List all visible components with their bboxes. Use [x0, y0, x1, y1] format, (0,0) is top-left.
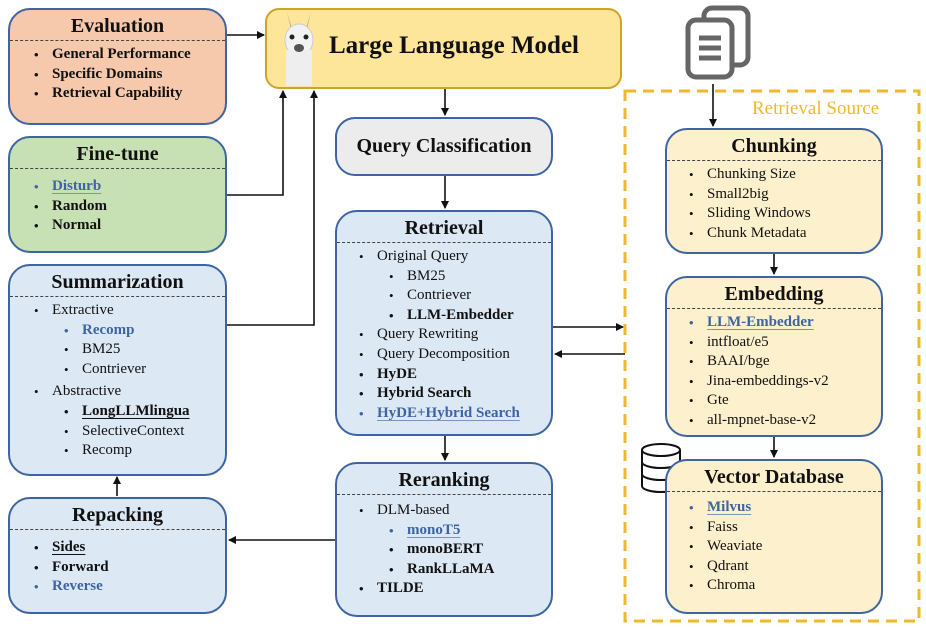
list-item: BM25	[359, 267, 551, 287]
list-item: Sliding Windows	[689, 204, 881, 224]
list-item: General Performance	[34, 45, 225, 65]
list-item: HyDE	[359, 365, 551, 385]
list-item: Recomp	[34, 321, 225, 341]
list-item: Weaviate	[689, 537, 881, 557]
list-item: HyDE+Hybrid Search	[359, 404, 551, 424]
list-item: Chunk Metadata	[689, 224, 881, 244]
divider	[667, 160, 881, 161]
list-item: BAAI/bge	[689, 352, 881, 372]
list-item: Query Decomposition	[359, 345, 551, 365]
list-item: Contriever	[359, 286, 551, 306]
list-item: Qdrant	[689, 557, 881, 577]
list-item: Disturb	[34, 177, 225, 197]
list-item: BM25	[34, 340, 225, 360]
finetune-box: Fine-tune Disturb Random Normal	[8, 136, 227, 253]
list-item: Forward	[34, 558, 225, 578]
divider	[10, 529, 225, 530]
list-item: all-mpnet-base-v2	[689, 411, 881, 431]
summarization-title: Summarization	[51, 271, 184, 293]
llm-title: Large Language Model	[329, 32, 579, 59]
vector-database-title: Vector Database	[704, 466, 844, 488]
list-item: Original Query	[359, 247, 551, 267]
list-item: DLM-based	[359, 501, 551, 521]
vector-database-box: Vector Database Milvus Faiss Weaviate Qd…	[665, 459, 883, 614]
list-item: RankLLaMA	[359, 560, 551, 580]
divider	[337, 494, 551, 495]
list-item: Abstractive	[34, 382, 225, 402]
query-classification-box: Query Classification	[335, 117, 553, 176]
arrow-summarization-llm	[227, 90, 318, 326]
list-item: Query Rewriting	[359, 325, 551, 345]
list-item: Jina-embeddings-v2	[689, 372, 881, 392]
retrieval-title: Retrieval	[404, 217, 484, 239]
list-item: intfloat/e5	[689, 333, 881, 353]
list-item: monoBERT	[359, 540, 551, 560]
list-item: Random	[34, 197, 225, 217]
finetune-title: Fine-tune	[76, 143, 159, 165]
list-item: Contriever	[34, 360, 225, 380]
repacking-box: Repacking Sides Forward Reverse	[8, 497, 227, 614]
list-item: Milvus	[689, 498, 881, 518]
list-item: Chroma	[689, 576, 881, 596]
list-item: Reverse	[34, 577, 225, 597]
chunking-title: Chunking	[731, 135, 817, 157]
list-item: Extractive	[34, 301, 225, 321]
llm-box: Large Language Model	[265, 8, 622, 89]
query-classification-title: Query Classification	[356, 135, 532, 157]
list-item: monoT5	[359, 521, 551, 541]
divider	[10, 296, 225, 297]
list-item: LLM-Embedder	[689, 313, 881, 333]
evaluation-title: Evaluation	[70, 15, 165, 37]
list-item: Small2big	[689, 185, 881, 205]
divider	[667, 491, 881, 492]
arrow-finetune-llm	[227, 90, 287, 196]
chunking-box: Chunking Chunking Size Small2big Sliding…	[665, 128, 883, 254]
divider	[337, 242, 551, 243]
reranking-title: Reranking	[398, 469, 490, 491]
divider	[10, 40, 225, 41]
list-item: Recomp	[34, 441, 225, 461]
embedding-title: Embedding	[724, 283, 824, 305]
list-item: Retrieval Capability	[34, 84, 225, 104]
list-item: SelectiveContext	[34, 422, 225, 442]
divider	[10, 168, 225, 169]
list-item: Hybrid Search	[359, 384, 551, 404]
retrieval-box: Retrieval Original Query BM25 Contriever…	[335, 210, 553, 436]
reranking-box: Reranking DLM-based monoT5 monoBERT Rank…	[335, 462, 553, 617]
llama-icon	[284, 12, 314, 86]
list-item: Sides	[34, 538, 225, 558]
list-item: Gte	[689, 391, 881, 411]
repacking-title: Repacking	[71, 504, 164, 526]
list-item: Chunking Size	[689, 165, 881, 185]
list-item: TILDE	[359, 579, 551, 599]
list-item: LongLLMlingua	[34, 402, 225, 422]
embedding-box: Embedding LLM-Embedder intfloat/e5 BAAI/…	[665, 276, 883, 437]
evaluation-box: Evaluation General Performance Specific …	[8, 8, 227, 125]
summarization-box: Summarization Extractive Recomp BM25 Con…	[8, 264, 227, 476]
list-item: Faiss	[689, 518, 881, 538]
list-item: Normal	[34, 216, 225, 236]
retrieval-source-label: Retrieval Source	[752, 98, 880, 119]
divider	[667, 308, 881, 309]
list-item: Specific Domains	[34, 65, 225, 85]
documents-icon	[685, 5, 751, 80]
list-item: LLM-Embedder	[359, 306, 551, 326]
